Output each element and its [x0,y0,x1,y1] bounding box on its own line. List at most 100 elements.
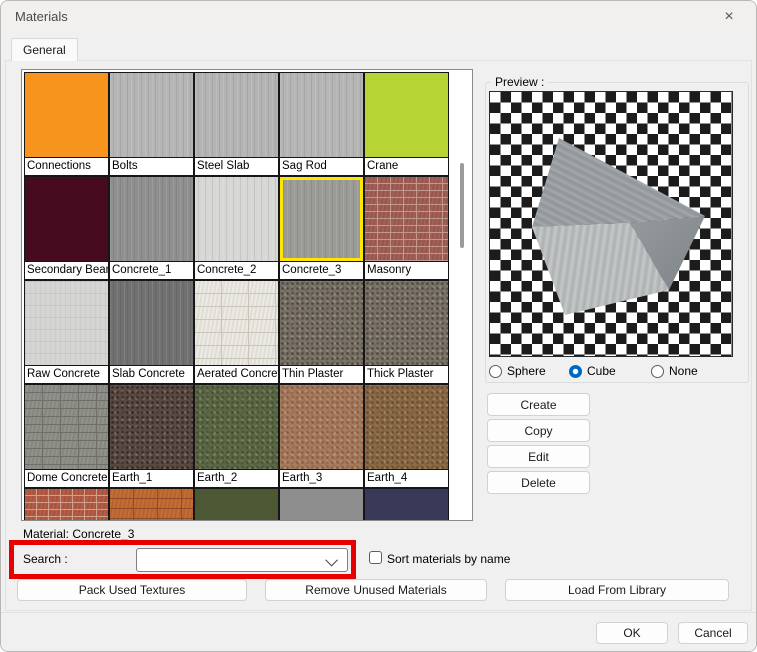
material-cell-aerated-concrete[interactable]: Aerated Concrete [194,280,279,384]
material-label: Earth_4 [365,469,448,487]
material-cell-connections[interactable]: Connections [24,72,109,176]
edit-button[interactable]: Edit [487,445,590,468]
material-swatch [110,281,193,365]
material-cell-sag-rod[interactable]: Sag Rod [279,72,364,176]
title-bar: Materials × [1,1,756,33]
material-cell-earth-3[interactable]: Earth_3 [279,384,364,488]
material-swatch [195,489,278,521]
material-swatch [110,385,193,469]
material-label: Dome Concrete [25,469,108,487]
sort-materials-checkbox[interactable] [369,551,382,564]
materials-scrollbar[interactable] [460,163,464,248]
material-cell-dome-concrete[interactable]: Dome Concrete [24,384,109,488]
material-label: Sag Rod [280,157,363,175]
material-cell-slab-concrete[interactable]: Slab Concrete [109,280,194,384]
material-swatch [280,73,363,157]
material-cell-earth-1[interactable]: Earth_1 [109,384,194,488]
material-cell-unnamed[interactable] [279,488,364,521]
load-from-library-button[interactable]: Load From Library [505,579,729,601]
chevron-down-icon[interactable] [325,554,338,567]
delete-button[interactable]: Delete [487,471,590,494]
material-cell-thin-plaster[interactable]: Thin Plaster [279,280,364,384]
material-swatch [280,177,363,261]
material-swatch [110,73,193,157]
remove-unused-materials-label: Remove Unused Materials [305,583,446,597]
create-button[interactable]: Create [487,393,590,416]
preview-mode-radio-none[interactable]: None [651,362,745,380]
material-cell-unnamed[interactable] [24,488,109,521]
material-label: Earth_3 [280,469,363,487]
sort-materials-label: Sort materials by name [387,552,510,566]
radio-label: Sphere [507,364,546,378]
material-cell-thick-plaster[interactable]: Thick Plaster [364,280,449,384]
material-swatch [365,73,448,157]
material-swatch [25,177,108,261]
material-swatch [195,73,278,157]
copy-button-label: Copy [524,424,552,438]
tab-general[interactable]: General [11,38,78,61]
radio-label: None [669,364,698,378]
material-cell-secondary-beam[interactable]: Secondary Beam [24,176,109,280]
material-cell-earth-4[interactable]: Earth_4 [364,384,449,488]
radio-icon [569,365,582,378]
materials-list: Connections Bolts Steel Slab Sag Rod Cra… [21,69,473,521]
delete-button-label: Delete [521,476,556,490]
material-label: Aerated Concrete [195,365,278,383]
material-swatch [25,489,108,521]
material-label: Earth_2 [195,469,278,487]
material-swatch [195,177,278,261]
search-combobox[interactable] [136,548,348,572]
material-swatch [365,385,448,469]
materials-grid: Connections Bolts Steel Slab Sag Rod Cra… [24,72,450,521]
material-cell-unnamed[interactable] [194,488,279,521]
dialog-title: Materials [15,9,68,24]
materials-dialog: Materials × General Connections Bolts St… [0,0,757,652]
material-swatch [25,281,108,365]
material-swatch [280,489,363,521]
material-cell-steel-slab[interactable]: Steel Slab [194,72,279,176]
material-swatch [25,73,108,157]
material-swatch [110,177,193,261]
cancel-button[interactable]: Cancel [678,622,748,644]
material-cell-crane[interactable]: Crane [364,72,449,176]
material-cell-unnamed[interactable] [364,488,449,521]
preview-mode-radio-sphere[interactable]: Sphere [489,362,569,380]
material-cell-raw-concrete[interactable]: Raw Concrete [24,280,109,384]
material-label: Connections [25,157,108,175]
material-swatch [365,177,448,261]
material-label: Concrete_2 [195,261,278,279]
material-cell-concrete-1[interactable]: Concrete_1 [109,176,194,280]
radio-label: Cube [587,364,616,378]
preview-mode-radios: Sphere Cube None [489,362,745,380]
material-label: Thin Plaster [280,365,363,383]
close-icon[interactable]: × [708,3,750,31]
material-cell-unnamed[interactable] [109,488,194,521]
remove-unused-materials-button[interactable]: Remove Unused Materials [265,579,487,601]
material-cell-masonry[interactable]: Masonry [364,176,449,280]
preview-mode-radio-cube[interactable]: Cube [569,362,651,380]
material-swatch [195,385,278,469]
material-label: Earth_1 [110,469,193,487]
preview-viewport [489,91,733,357]
create-button-label: Create [520,398,556,412]
radio-icon [489,365,502,378]
material-cell-concrete-2[interactable]: Concrete_2 [194,176,279,280]
material-label: Crane [365,157,448,175]
material-swatch [110,489,193,521]
tab-general-label: General [23,43,66,57]
material-label: Steel Slab [195,157,278,175]
material-cell-bolts[interactable]: Bolts [109,72,194,176]
edit-button-label: Edit [528,450,549,464]
copy-button[interactable]: Copy [487,419,590,442]
material-label: Slab Concrete [110,365,193,383]
material-label: Raw Concrete [25,365,108,383]
ok-button-label: OK [623,626,640,640]
ok-button[interactable]: OK [596,622,668,644]
material-label: Masonry [365,261,448,279]
material-cell-concrete-3[interactable]: Concrete_3 [279,176,364,280]
material-swatch [280,281,363,365]
pack-used-textures-button[interactable]: Pack Used Textures [17,579,247,601]
material-label: Concrete_1 [110,261,193,279]
material-cell-earth-2[interactable]: Earth_2 [194,384,279,488]
cancel-button-label: Cancel [694,626,731,640]
